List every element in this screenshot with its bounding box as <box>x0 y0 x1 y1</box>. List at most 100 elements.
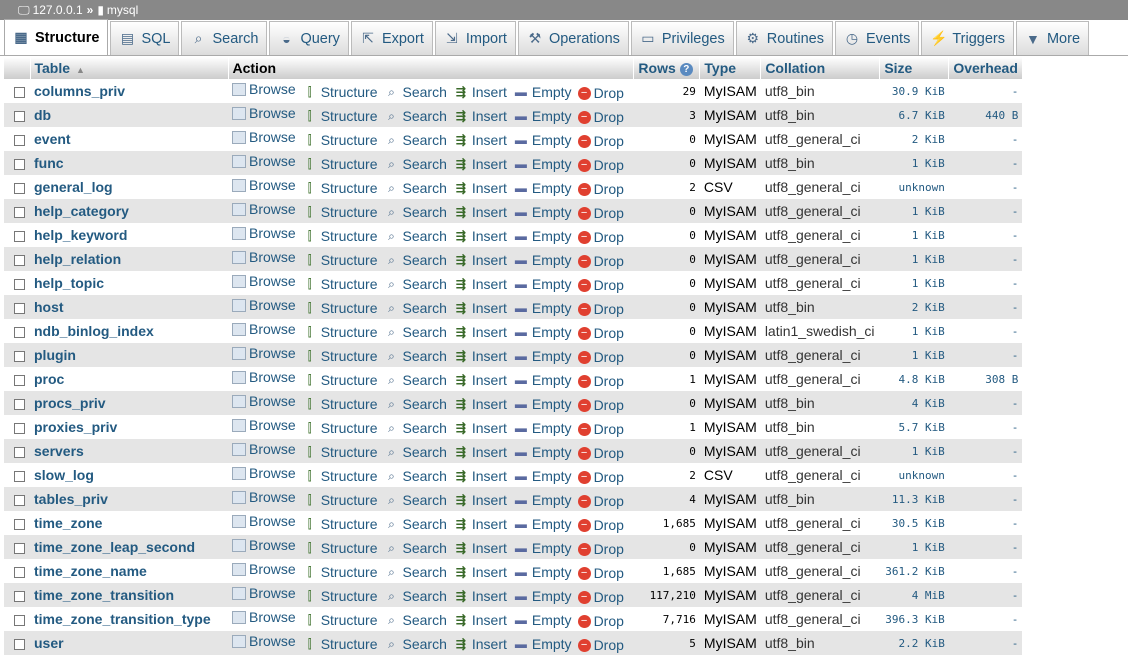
table-name-link[interactable]: help_keyword <box>30 223 228 247</box>
size-value[interactable]: 361.2 KiB <box>879 559 949 583</box>
column-header-size[interactable]: Size <box>879 57 950 79</box>
drop-action[interactable]: − Drop <box>577 613 624 629</box>
empty-action[interactable]: ▬ Empty <box>513 492 572 508</box>
column-header-type[interactable]: Type <box>699 57 762 79</box>
insert-action[interactable]: ⇶ Insert <box>453 180 507 196</box>
structure-action[interactable]: ⫿ Structure <box>302 612 378 628</box>
row-checkbox[interactable] <box>13 230 25 242</box>
empty-action[interactable]: ▬ Empty <box>513 300 572 316</box>
search-action[interactable]: ⌕ Search <box>384 204 447 220</box>
size-value[interactable]: 11.3 KiB <box>879 487 949 511</box>
table-name-link[interactable]: time_zone_transition <box>30 583 228 607</box>
row-checkbox[interactable] <box>13 566 25 578</box>
help-icon[interactable]: ? <box>679 62 693 76</box>
insert-action[interactable]: ⇶ Insert <box>453 516 507 532</box>
empty-action[interactable]: ▬ Empty <box>513 396 572 412</box>
tab-search[interactable]: ⌕ Search <box>181 21 268 55</box>
browse-action[interactable]: Browse <box>232 153 296 169</box>
row-checkbox[interactable] <box>13 374 25 386</box>
overhead-value[interactable]: - <box>948 199 1023 223</box>
insert-action[interactable]: ⇶ Insert <box>453 588 507 604</box>
search-action[interactable]: ⌕ Search <box>384 492 447 508</box>
empty-action[interactable]: ▬ Empty <box>513 348 572 364</box>
size-value[interactable]: 4 MiB <box>879 583 949 607</box>
drop-action[interactable]: − Drop <box>577 373 624 389</box>
empty-action[interactable]: ▬ Empty <box>513 444 572 460</box>
drop-action[interactable]: − Drop <box>577 181 624 197</box>
search-action[interactable]: ⌕ Search <box>384 108 447 124</box>
drop-action[interactable]: − Drop <box>577 565 624 581</box>
overhead-value[interactable]: - <box>948 295 1023 319</box>
table-name-link[interactable]: help_relation <box>30 247 228 271</box>
browse-action[interactable]: Browse <box>232 633 296 649</box>
size-value[interactable]: 1 KiB <box>879 535 949 559</box>
overhead-value[interactable]: - <box>948 559 1023 583</box>
search-action[interactable]: ⌕ Search <box>384 276 447 292</box>
overhead-value[interactable]: - <box>948 415 1023 439</box>
structure-action[interactable]: ⫿ Structure <box>302 132 378 148</box>
empty-action[interactable]: ▬ Empty <box>513 276 572 292</box>
size-value[interactable]: 2 KiB <box>879 295 949 319</box>
insert-action[interactable]: ⇶ Insert <box>453 612 507 628</box>
browse-action[interactable]: Browse <box>232 393 296 409</box>
structure-action[interactable]: ⫿ Structure <box>302 588 378 604</box>
empty-action[interactable]: ▬ Empty <box>513 156 572 172</box>
overhead-value[interactable]: - <box>948 319 1023 343</box>
overhead-value[interactable]: - <box>948 127 1023 151</box>
empty-action[interactable]: ▬ Empty <box>513 228 572 244</box>
row-checkbox[interactable] <box>13 158 25 170</box>
empty-action[interactable]: ▬ Empty <box>513 132 572 148</box>
drop-action[interactable]: − Drop <box>577 133 624 149</box>
search-action[interactable]: ⌕ Search <box>384 636 447 652</box>
insert-action[interactable]: ⇶ Insert <box>453 636 507 652</box>
size-value[interactable]: 5.7 KiB <box>879 415 949 439</box>
insert-action[interactable]: ⇶ Insert <box>453 564 507 580</box>
drop-action[interactable]: − Drop <box>577 637 624 653</box>
size-value[interactable]: 1 KiB <box>879 343 949 367</box>
structure-action[interactable]: ⫿ Structure <box>302 540 378 556</box>
search-action[interactable]: ⌕ Search <box>384 468 447 484</box>
insert-action[interactable]: ⇶ Insert <box>453 372 507 388</box>
structure-action[interactable]: ⫿ Structure <box>302 372 378 388</box>
drop-action[interactable]: − Drop <box>577 445 624 461</box>
browse-action[interactable]: Browse <box>232 201 296 217</box>
structure-action[interactable]: ⫿ Structure <box>302 420 378 436</box>
search-action[interactable]: ⌕ Search <box>384 84 447 100</box>
empty-action[interactable]: ▬ Empty <box>513 468 572 484</box>
overhead-value[interactable]: - <box>948 583 1023 607</box>
empty-action[interactable]: ▬ Empty <box>513 420 572 436</box>
search-action[interactable]: ⌕ Search <box>384 252 447 268</box>
tab-triggers[interactable]: ⚡ Triggers <box>921 21 1014 55</box>
structure-action[interactable]: ⫿ Structure <box>302 444 378 460</box>
row-checkbox[interactable] <box>13 182 25 194</box>
insert-action[interactable]: ⇶ Insert <box>453 276 507 292</box>
column-header-collation[interactable]: Collation <box>760 57 881 79</box>
insert-action[interactable]: ⇶ Insert <box>453 468 507 484</box>
empty-action[interactable]: ▬ Empty <box>513 540 572 556</box>
empty-action[interactable]: ▬ Empty <box>513 636 572 652</box>
tab-privileges[interactable]: ▭ Privileges <box>630 21 734 55</box>
size-value[interactable]: 30.9 KiB <box>879 79 949 103</box>
tab-query[interactable]: ◒ Query <box>269 21 349 55</box>
insert-action[interactable]: ⇶ Insert <box>453 540 507 556</box>
overhead-value[interactable]: - <box>948 391 1023 415</box>
overhead-value[interactable]: 308 B <box>948 367 1023 391</box>
tab-routines[interactable]: ⚙ Routines <box>735 21 833 55</box>
search-action[interactable]: ⌕ Search <box>384 588 447 604</box>
table-name-link[interactable]: plugin <box>30 343 228 367</box>
structure-action[interactable]: ⫿ Structure <box>302 252 378 268</box>
table-name-link[interactable]: host <box>30 295 228 319</box>
empty-action[interactable]: ▬ Empty <box>513 252 572 268</box>
insert-action[interactable]: ⇶ Insert <box>453 492 507 508</box>
insert-action[interactable]: ⇶ Insert <box>453 84 507 100</box>
table-name-link[interactable]: time_zone_transition_type <box>30 607 228 631</box>
browse-action[interactable]: Browse <box>232 345 296 361</box>
tab-sql[interactable]: ▤ SQL <box>110 21 180 55</box>
table-name-link[interactable]: time_zone <box>30 511 228 535</box>
tab-operations[interactable]: ⚒ Operations <box>517 21 629 55</box>
table-name-link[interactable]: db <box>30 103 228 127</box>
search-action[interactable]: ⌕ Search <box>384 372 447 388</box>
overhead-value[interactable]: - <box>948 247 1023 271</box>
tab-export[interactable]: ⇱ Export <box>350 21 433 55</box>
overhead-value[interactable]: - <box>948 487 1023 511</box>
